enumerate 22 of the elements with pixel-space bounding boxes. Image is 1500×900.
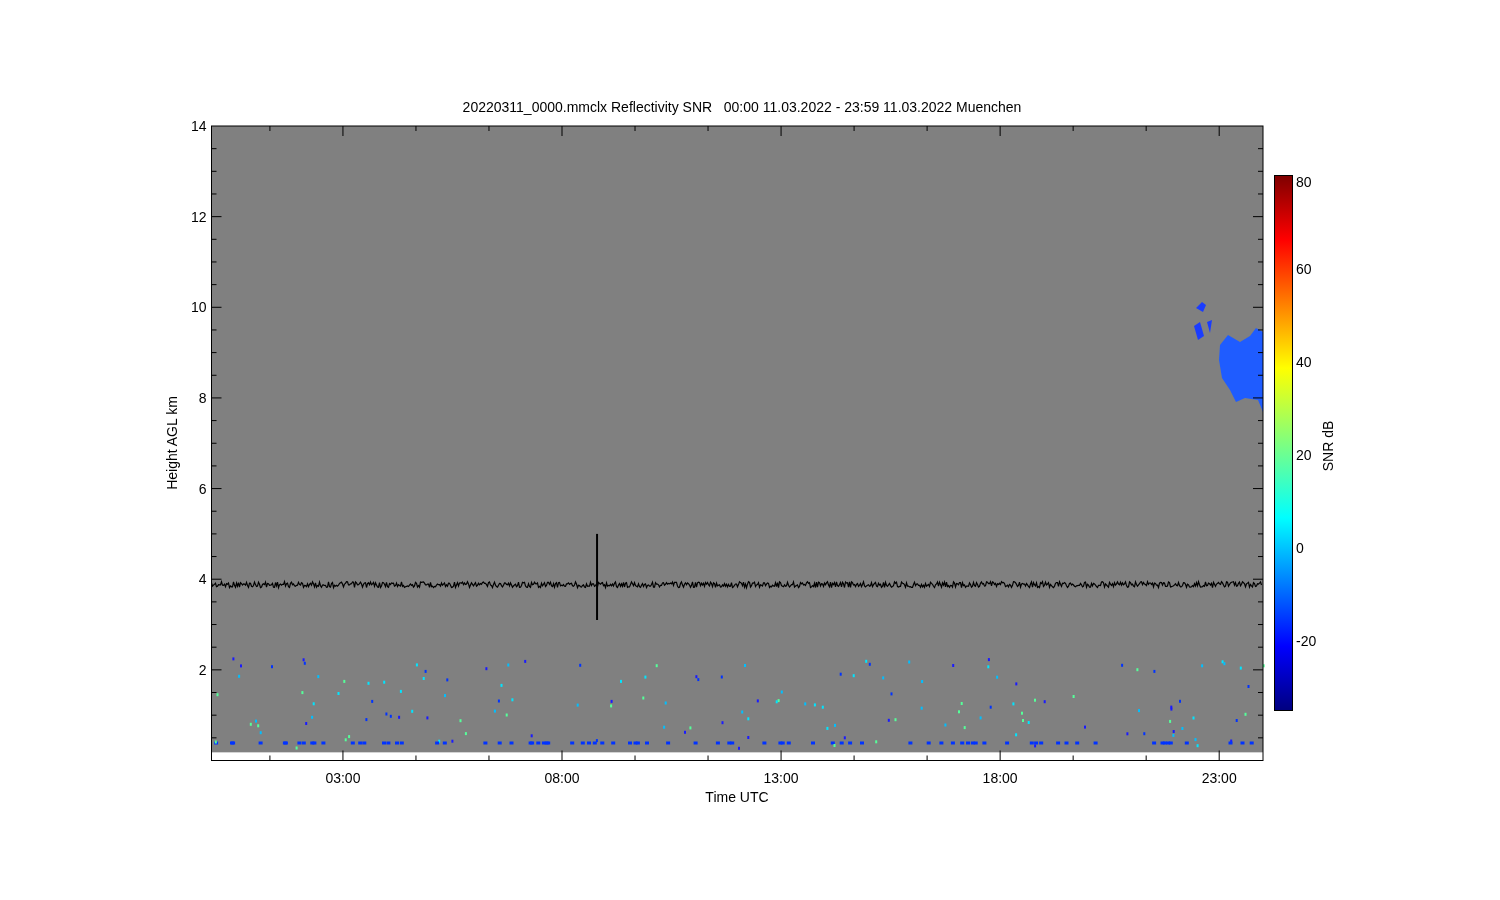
y-tick-label: 10 (190, 299, 207, 316)
x-tick-label: 23:00 (1201, 769, 1237, 786)
colorbar-tick-label: 20 (1296, 447, 1312, 463)
x-tick-label: 03:00 (325, 769, 361, 786)
x-tick-label: 18:00 (982, 769, 1018, 786)
x-axis-label: Time UTC (705, 789, 769, 805)
colorbar-tick-label: 60 (1296, 261, 1312, 277)
x-tick-label: 13:00 (763, 769, 799, 786)
y-tick-label: 4 (198, 571, 207, 588)
x-tick-label: 08:00 (544, 769, 580, 786)
colorbar-tick-label: 40 (1296, 354, 1312, 370)
colorbar-label: SNR dB (1320, 420, 1336, 472)
y-tick-label: 8 (198, 389, 207, 406)
y-tick-label: 2 (198, 661, 207, 678)
colorbar-tick-label: 80 (1296, 174, 1312, 190)
y-tick-label: 14 (190, 118, 207, 134)
y-tick-label: 12 (190, 208, 207, 225)
colorbar-tick-label: -20 (1296, 633, 1317, 649)
plot-title: 20220311_0000.mmclx Reflectivity SNR 00:00 11.03.2022 - 23:59 11.03.2022 Muenchen (462, 99, 1022, 115)
y-tick-label: 6 (198, 480, 207, 497)
y-axis-label: Height AGL km (164, 396, 180, 490)
colorbar-tick-label: 0 (1296, 540, 1304, 556)
